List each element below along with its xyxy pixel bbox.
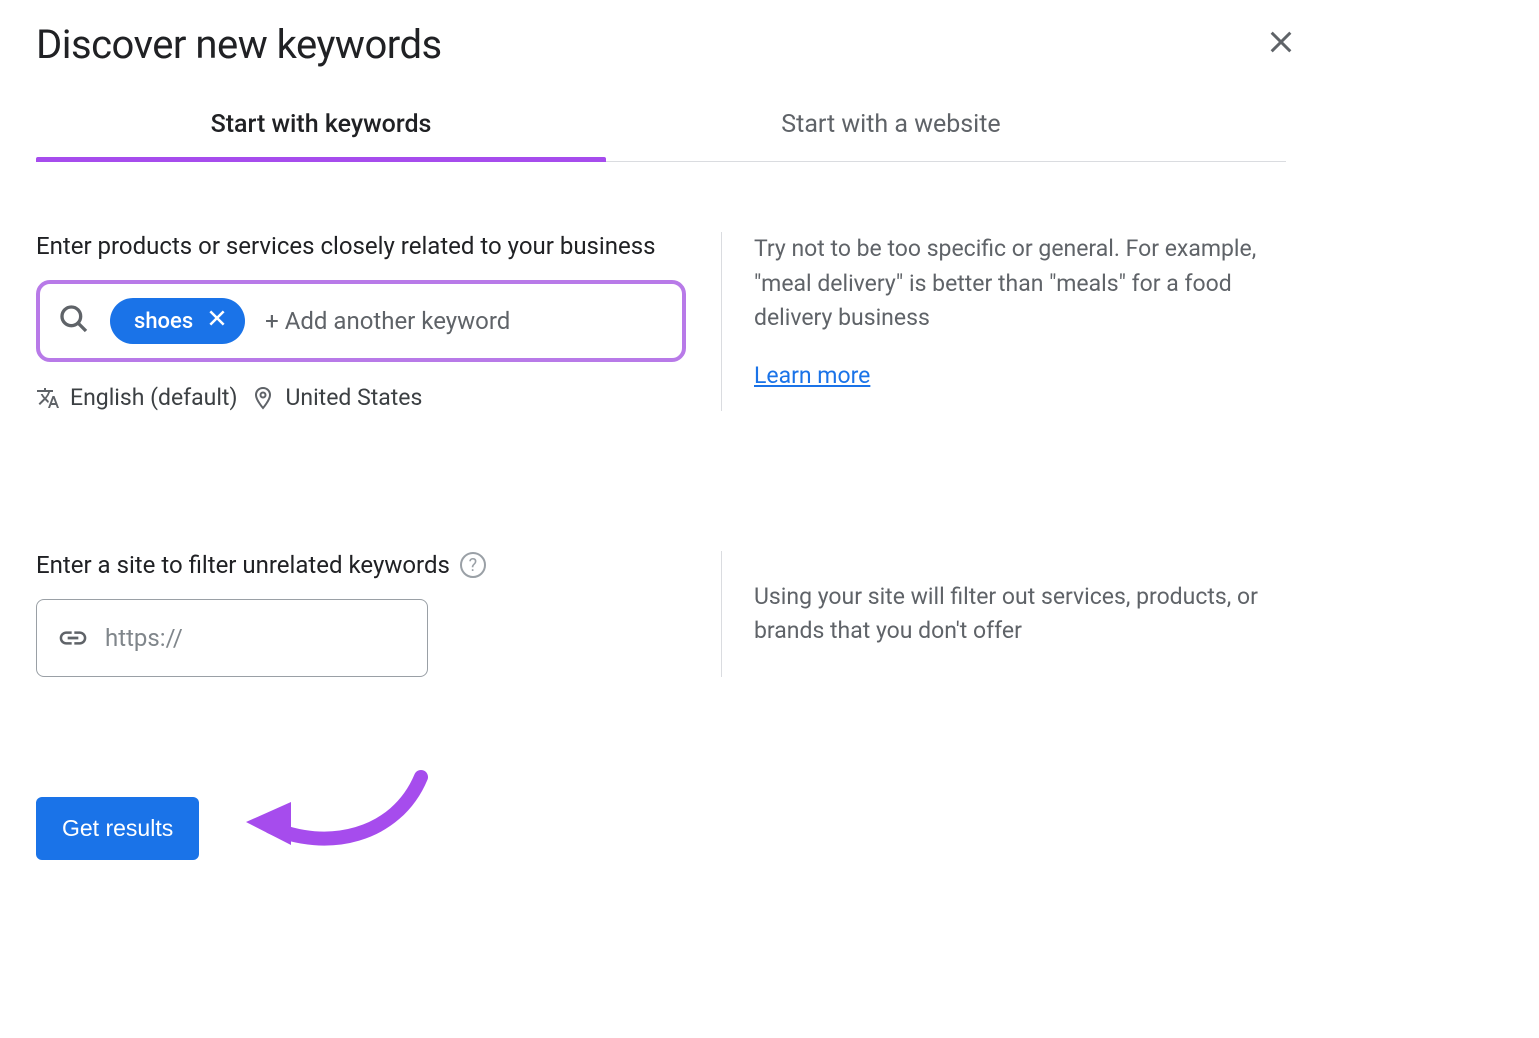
site-field-label: Enter a site to filter unrelated keyword… [36, 551, 450, 579]
link-icon [57, 622, 89, 654]
keyword-input-container[interactable]: shoes + Add another keyword [36, 280, 686, 362]
close-icon [1267, 28, 1295, 56]
close-icon [207, 308, 227, 328]
annotation-arrow [236, 767, 436, 877]
keywords-hint-text: Try not to be too specific or general. F… [754, 232, 1281, 336]
translate-icon [36, 386, 60, 410]
site-input-container[interactable]: https:// [36, 599, 428, 677]
tab-start-with-keywords[interactable]: Start with keywords [36, 96, 606, 161]
help-icon[interactable]: ? [460, 552, 486, 578]
get-results-button[interactable]: Get results [36, 797, 199, 860]
remove-keyword-button[interactable] [207, 308, 227, 334]
keyword-chip-label: shoes [134, 309, 193, 334]
tabs: Start with keywords Start with a website [36, 96, 1286, 162]
location-pin-icon [251, 386, 275, 410]
learn-more-link[interactable]: Learn more [754, 362, 870, 389]
page-title: Discover new keywords [36, 21, 442, 68]
tab-start-with-website[interactable]: Start with a website [606, 96, 1176, 161]
close-button[interactable] [1259, 20, 1303, 68]
site-hint-text: Using your site will filter out services… [754, 580, 1281, 649]
location-label: United States [285, 384, 422, 411]
location-selector[interactable]: United States [251, 384, 422, 411]
search-icon [58, 303, 90, 339]
language-selector[interactable]: English (default) [36, 384, 237, 411]
keywords-field-label: Enter products or services closely relat… [36, 232, 691, 260]
add-keyword-input[interactable]: + Add another keyword [265, 307, 664, 335]
site-input-placeholder: https:// [105, 624, 183, 652]
keyword-chip: shoes [110, 298, 245, 344]
language-label: English (default) [70, 384, 237, 411]
